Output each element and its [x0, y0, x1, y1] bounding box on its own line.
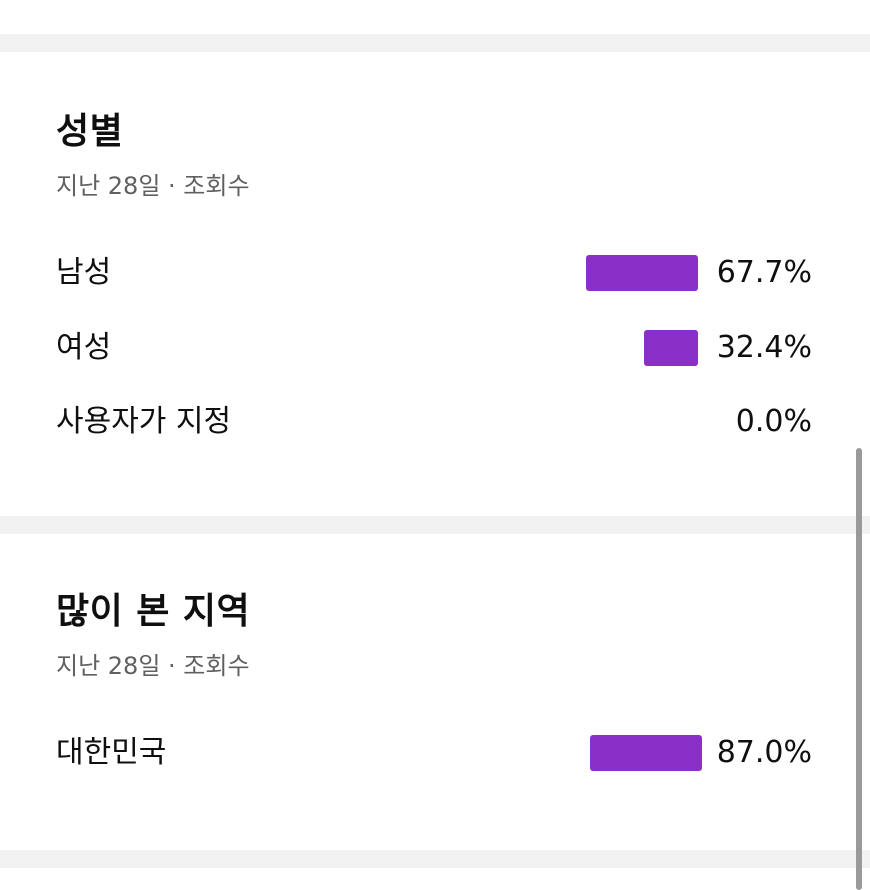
gender-value: 32.4% [716, 330, 812, 365]
section-divider [0, 850, 870, 868]
gender-subtitle: 지난 28일 · 조회수 [56, 172, 250, 200]
gender-row-male: 남성 67.7% [0, 248, 870, 298]
regions-card: 많이 본 지역 지난 28일 · 조회수 대한민국 87.0% [0, 534, 870, 850]
scrollbar[interactable] [856, 448, 862, 890]
next-card [0, 868, 870, 890]
regions-title: 많이 본 지역 [56, 591, 251, 632]
regions-subtitle: 지난 28일 · 조회수 [56, 652, 250, 680]
gender-value: 67.7% [716, 255, 812, 290]
gender-label: 남성 [56, 255, 112, 290]
gender-value: 0.0% [735, 404, 812, 439]
gender-bar [644, 330, 698, 366]
section-divider [0, 516, 870, 534]
region-row-korea: 대한민국 87.0% [0, 728, 870, 778]
region-bar [590, 735, 702, 771]
top-card [0, 0, 870, 34]
gender-title: 성별 [56, 111, 124, 152]
gender-card: 성별 지난 28일 · 조회수 남성 67.7% 여성 32.4% 사용자가 지… [0, 52, 870, 516]
region-label: 대한민국 [56, 735, 167, 770]
region-value: 87.0% [716, 735, 812, 770]
gender-row-female: 여성 32.4% [0, 323, 870, 373]
gender-label: 여성 [56, 330, 112, 365]
gender-bar [586, 255, 698, 291]
section-divider [0, 34, 870, 52]
gender-row-user-specified: 사용자가 지정 0.0% [0, 397, 870, 447]
gender-label: 사용자가 지정 [56, 404, 232, 439]
